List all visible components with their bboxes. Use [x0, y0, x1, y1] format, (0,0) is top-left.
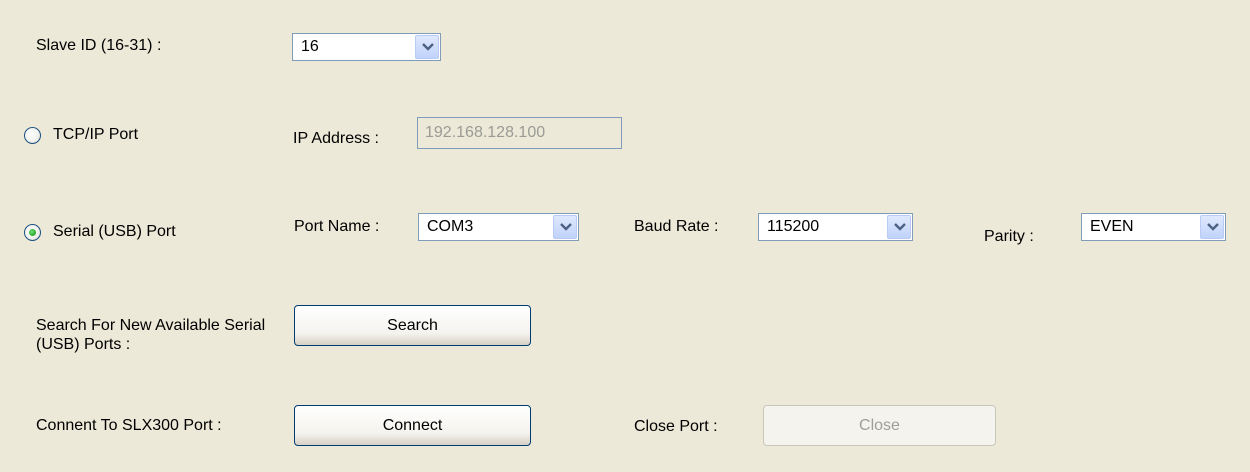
slave-id-label: Slave ID (16-31) : [36, 37, 162, 54]
tcp-ip-label[interactable]: TCP/IP Port [53, 125, 138, 145]
ip-address-label: IP Address : [293, 130, 379, 147]
chevron-down-icon[interactable] [1200, 215, 1224, 239]
chevron-down-icon[interactable] [415, 35, 439, 59]
slave-id-value: 16 [301, 38, 319, 55]
port-name-value: COM3 [427, 218, 474, 235]
parity-value: EVEN [1090, 218, 1134, 235]
baud-rate-select[interactable]: 115200 [758, 213, 913, 241]
slave-id-select[interactable]: 16 [292, 33, 441, 61]
port-name-select[interactable]: COM3 [418, 213, 579, 241]
close-port-label: Close Port : [634, 418, 718, 435]
connect-button[interactable]: Connect [294, 405, 531, 446]
port-name-label: Port Name : [294, 218, 380, 235]
chevron-down-icon[interactable] [887, 215, 911, 239]
ip-address-field[interactable]: 192.168.128.100 [417, 117, 622, 149]
serial-usb-radio[interactable] [24, 224, 41, 241]
ip-address-value: 192.168.128.100 [425, 124, 546, 141]
baud-rate-label: Baud Rate : [634, 218, 719, 235]
serial-usb-label[interactable]: Serial (USB) Port [53, 222, 176, 242]
radio-selected-dot [29, 229, 36, 236]
close-button[interactable]: Close [763, 405, 996, 446]
chevron-down-icon[interactable] [553, 215, 577, 239]
search-button[interactable]: Search [294, 305, 531, 346]
tcp-ip-radio[interactable] [24, 127, 41, 144]
parity-label: Parity : [984, 228, 1034, 245]
connect-port-label: Connent To SLX300 Port : [36, 417, 222, 434]
baud-rate-value: 115200 [767, 218, 820, 235]
parity-select[interactable]: EVEN [1081, 213, 1226, 241]
search-ports-label: Search For New Available Serial (USB) Po… [36, 317, 266, 353]
